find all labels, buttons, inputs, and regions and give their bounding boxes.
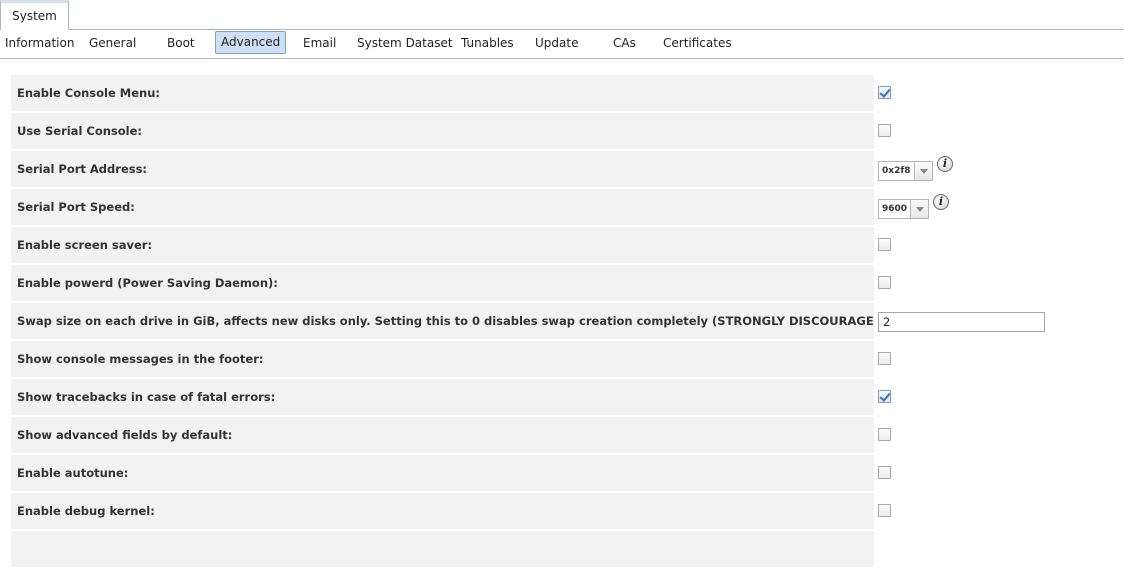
setting-row-screen-saver: Enable screen saver: — [11, 227, 1124, 263]
autotune-checkbox[interactable] — [878, 466, 891, 479]
setting-label: Use Serial Console: — [11, 113, 874, 149]
serial-port-address-select[interactable]: 0x2f8 — [878, 161, 933, 181]
debug-kernel-checkbox[interactable] — [878, 504, 891, 517]
setting-row-advanced-fields: Show advanced fields by default: — [11, 417, 1124, 453]
subtab-certificates[interactable]: Certificates — [663, 33, 732, 54]
setting-row-tracebacks: Show tracebacks in case of fatal errors: — [11, 379, 1124, 415]
subtab-bar: Information General Boot Advanced Email … — [0, 29, 1124, 59]
subtab-email[interactable]: Email — [303, 33, 336, 54]
info-icon[interactable]: i — [937, 156, 953, 172]
setting-label: Enable debug kernel: — [11, 493, 874, 529]
advanced-settings-form: Enable Console Menu: Use Serial Console:… — [11, 75, 1124, 569]
swap-size-input[interactable] — [878, 312, 1045, 332]
subtab-information[interactable]: Information — [5, 33, 74, 54]
setting-label: Show tracebacks in case of fatal errors: — [11, 379, 874, 415]
serial-console-checkbox[interactable] — [878, 124, 891, 137]
setting-label: Enable screen saver: — [11, 227, 874, 263]
subtab-tunables[interactable]: Tunables — [461, 33, 514, 54]
setting-row-serial-console: Use Serial Console: — [11, 113, 1124, 149]
subtab-system-dataset[interactable]: System Dataset — [357, 33, 453, 54]
chevron-down-icon[interactable] — [914, 162, 932, 180]
powerd-checkbox[interactable] — [878, 276, 891, 289]
setting-label: Enable Console Menu: — [11, 75, 874, 111]
setting-row-serial-port-address: Serial Port Address: 0x2f8 i — [11, 151, 1124, 187]
setting-label: Enable powerd (Power Saving Daemon): — [11, 265, 874, 301]
console-menu-checkbox[interactable] — [878, 86, 891, 99]
setting-row-swap-size: Swap size on each drive in GiB, affects … — [11, 303, 1124, 339]
setting-row-debug-kernel: Enable debug kernel: — [11, 493, 1124, 529]
setting-label: Serial Port Address: — [11, 151, 874, 187]
setting-label: Serial Port Speed: — [11, 189, 874, 225]
setting-row-autotune: Enable autotune: — [11, 455, 1124, 491]
setting-row-partial — [11, 531, 1124, 567]
setting-label: Swap size on each drive in GiB, affects … — [11, 303, 874, 339]
subtab-boot[interactable]: Boot — [167, 33, 195, 54]
setting-label: Enable autotune: — [11, 455, 874, 491]
chevron-down-icon[interactable] — [910, 200, 928, 218]
setting-label: Show console messages in the footer: — [11, 341, 874, 377]
setting-row-console-footer: Show console messages in the footer: — [11, 341, 1124, 377]
tracebacks-checkbox[interactable] — [878, 390, 891, 403]
setting-row-serial-port-speed: Serial Port Speed: 9600 i — [11, 189, 1124, 225]
console-footer-checkbox[interactable] — [878, 352, 891, 365]
tab-system[interactable]: System — [0, 0, 69, 29]
setting-label-empty — [11, 531, 874, 567]
info-icon[interactable]: i — [933, 194, 949, 210]
serial-port-speed-select[interactable]: 9600 — [878, 199, 929, 219]
setting-row-console-menu: Enable Console Menu: — [11, 75, 1124, 111]
top-tab-bar: System — [0, 0, 1124, 31]
advanced-fields-checkbox[interactable] — [878, 428, 891, 441]
select-value: 9600 — [882, 204, 908, 214]
subtab-advanced[interactable]: Advanced — [215, 31, 287, 54]
subtab-cas[interactable]: CAs — [613, 33, 636, 54]
screen-saver-checkbox[interactable] — [878, 238, 891, 251]
setting-row-powerd: Enable powerd (Power Saving Daemon): — [11, 265, 1124, 301]
subtab-general[interactable]: General — [89, 33, 136, 54]
subtab-update[interactable]: Update — [535, 33, 578, 54]
setting-label: Show advanced fields by default: — [11, 417, 874, 453]
select-value: 0x2f8 — [882, 166, 911, 176]
